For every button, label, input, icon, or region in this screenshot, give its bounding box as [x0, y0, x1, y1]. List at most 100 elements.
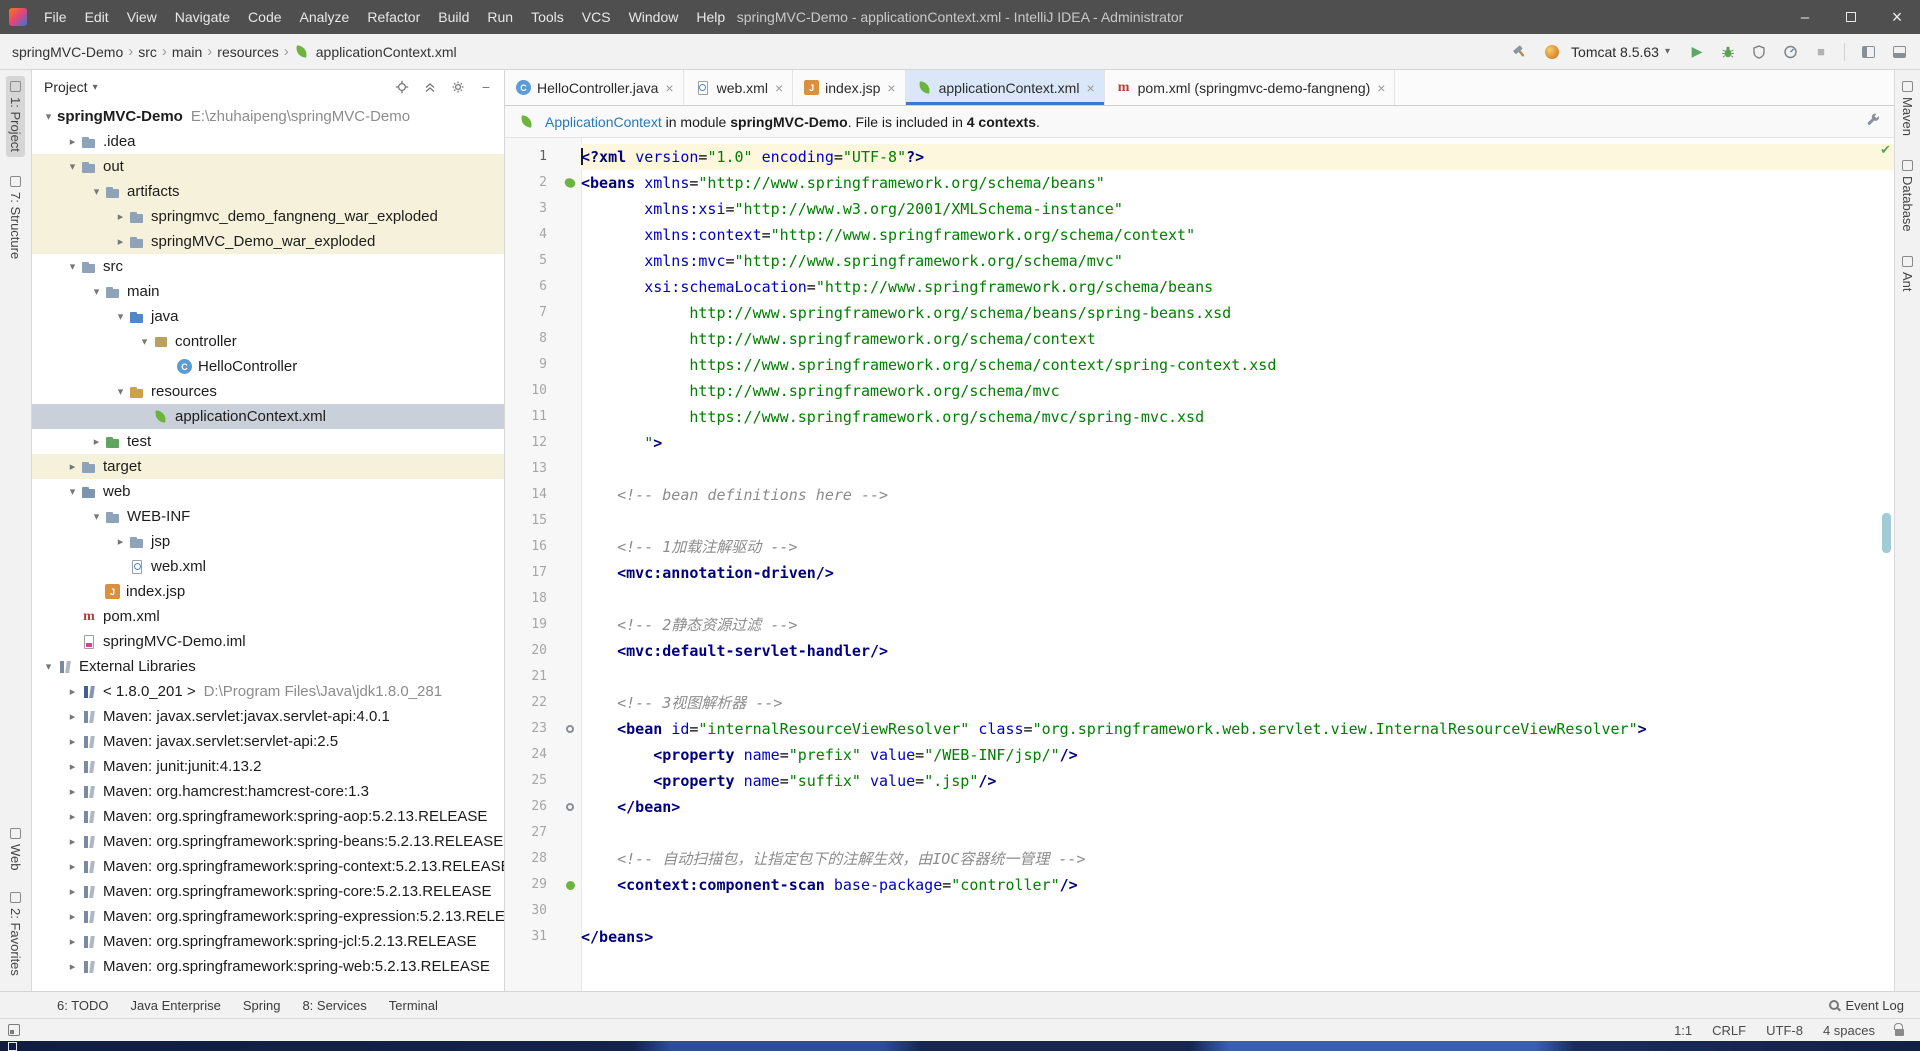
tab-pom-xml-springmvc-demo-fangneng[interactable]: mpom.xml (springmvc-demo-fangneng)× [1105, 70, 1396, 105]
code-line[interactable]: 8 http://www.springframework.org/schema/… [505, 326, 1894, 352]
tree-row-web-xml[interactable]: web.xml [32, 554, 504, 579]
line-number[interactable]: 1 [505, 144, 559, 170]
menu-run[interactable]: Run [478, 0, 522, 34]
chevron-right-icon[interactable]: ▸ [64, 885, 81, 898]
tool-window-button-web[interactable]: Web [6, 823, 25, 876]
code-line[interactable]: 25 <property name="suffix" value=".jsp"/… [505, 768, 1894, 794]
close-icon[interactable]: × [1377, 81, 1385, 95]
line-number[interactable]: 31 [505, 924, 559, 950]
code-line[interactable]: 6 xsi:schemaLocation="http://www.springf… [505, 274, 1894, 300]
code-line[interactable]: 24 <property name="prefix" value="/WEB-I… [505, 742, 1894, 768]
chevron-down-icon[interactable]: ▾ [88, 285, 105, 298]
menu-vcs[interactable]: VCS [573, 0, 620, 34]
code-line[interactable]: 15 [505, 508, 1894, 534]
code-line[interactable]: 16 <!-- 1加载注解驱动 --> [505, 534, 1894, 560]
menu-build[interactable]: Build [429, 0, 478, 34]
status-line-separator[interactable]: CRLF [1712, 1023, 1746, 1038]
close-icon[interactable]: × [775, 81, 783, 95]
status-caret-position[interactable]: 1:1 [1674, 1023, 1692, 1038]
code-line[interactable]: 26 </bean> [505, 794, 1894, 820]
tree-row-idea[interactable]: ▸.idea [32, 129, 504, 154]
breadcrumb-item-main[interactable]: main [172, 44, 202, 60]
restore-layout-icon[interactable] [1888, 41, 1910, 63]
code-line[interactable]: 19 <!-- 2静态资源过滤 --> [505, 612, 1894, 638]
ring-gutter-icon[interactable] [566, 803, 574, 811]
tree-row-maven-org-springframework-spring-jcl-5-2-13-release[interactable]: ▸Maven: org.springframework:spring-jcl:5… [32, 929, 504, 954]
chevron-down-icon[interactable]: ▾ [64, 485, 81, 498]
build-hammer-icon[interactable] [1507, 41, 1529, 63]
chevron-down-icon[interactable]: ▾ [112, 310, 129, 323]
line-number[interactable]: 27 [505, 820, 559, 846]
tree-row-maven-org-hamcrest-hamcrest-core-1-3[interactable]: ▸Maven: org.hamcrest:hamcrest-core:1.3 [32, 779, 504, 804]
line-number[interactable]: 12 [505, 430, 559, 456]
chevron-right-icon[interactable]: ▸ [64, 935, 81, 948]
tree-row-maven-org-springframework-spring-aop-5-2-13-release[interactable]: ▸Maven: org.springframework:spring-aop:5… [32, 804, 504, 829]
chevron-right-icon[interactable]: ▸ [64, 710, 81, 723]
code-line[interactable]: 12 "> [505, 430, 1894, 456]
chevron-right-icon[interactable]: ▸ [64, 685, 81, 698]
collapse-all-icon[interactable] [422, 79, 438, 95]
tree-row-target[interactable]: ▸target [32, 454, 504, 479]
breadcrumb-item-resources[interactable]: resources [217, 44, 278, 60]
line-number[interactable]: 23 [505, 716, 559, 742]
tree-row-web[interactable]: ▾web [32, 479, 504, 504]
banner-link[interactable]: ApplicationContext [545, 114, 662, 130]
scan-gutter-icon[interactable] [566, 881, 575, 890]
minimize-button[interactable]: – [1782, 0, 1828, 34]
ring-gutter-icon[interactable] [566, 725, 574, 733]
chevron-right-icon[interactable]: ▸ [64, 760, 81, 773]
chevron-right-icon[interactable]: ▸ [112, 235, 129, 248]
close-icon[interactable]: × [665, 81, 673, 95]
code-line[interactable]: 3 xmlns:xsi="http://www.w3.org/2001/XMLS… [505, 196, 1894, 222]
locate-file-icon[interactable] [394, 79, 410, 95]
code-line[interactable]: 7 http://www.springframework.org/schema/… [505, 300, 1894, 326]
code-line[interactable]: 5 xmlns:mvc="http://www.springframework.… [505, 248, 1894, 274]
tree-row-maven-junit-junit-4-13-2[interactable]: ▸Maven: junit:junit:4.13.2 [32, 754, 504, 779]
chevron-down-icon[interactable]: ▾ [64, 260, 81, 273]
bottom-bar-spring[interactable]: Spring [232, 998, 292, 1013]
tree-row-maven-org-springframework-spring-core-5-2-13-release[interactable]: ▸Maven: org.springframework:spring-core:… [32, 879, 504, 904]
chevron-right-icon[interactable]: ▸ [88, 435, 105, 448]
stop-button[interactable]: ■ [1810, 41, 1832, 63]
chevron-down-icon[interactable]: ▾ [88, 510, 105, 523]
breadcrumb-item-src[interactable]: src [138, 44, 157, 60]
line-number[interactable]: 21 [505, 664, 559, 690]
run-button[interactable]: ▶ [1686, 41, 1708, 63]
breadcrumb-item-springmvc-demo[interactable]: springMVC-Demo [12, 44, 123, 60]
tab-web-xml[interactable]: web.xml× [684, 70, 794, 105]
line-number[interactable]: 28 [505, 846, 559, 872]
code-line[interactable]: 9 https://www.springframework.org/schema… [505, 352, 1894, 378]
code-line[interactable]: 13 [505, 456, 1894, 482]
line-number[interactable]: 25 [505, 768, 559, 794]
menu-help[interactable]: Help [687, 0, 734, 34]
chevron-right-icon[interactable]: ▸ [64, 735, 81, 748]
chevron-right-icon[interactable]: ▸ [64, 135, 81, 148]
tool-window-switcher-icon[interactable] [8, 1024, 20, 1036]
debug-button[interactable] [1717, 41, 1739, 63]
tree-row-src[interactable]: ▾src [32, 254, 504, 279]
settings-gear-icon[interactable] [450, 79, 466, 95]
code-line[interactable]: 2<beans xmlns="http://www.springframewor… [505, 170, 1894, 196]
line-number[interactable]: 3 [505, 196, 559, 222]
line-number[interactable]: 15 [505, 508, 559, 534]
coverage-button[interactable] [1748, 41, 1770, 63]
line-number[interactable]: 2 [505, 170, 559, 196]
chevron-right-icon[interactable]: ▸ [64, 910, 81, 923]
code-line[interactable]: 22 <!-- 3视图解析器 --> [505, 690, 1894, 716]
chevron-down-icon[interactable]: ▾ [88, 185, 105, 198]
chevron-right-icon[interactable]: ▸ [112, 535, 129, 548]
menu-file[interactable]: File [35, 0, 76, 34]
tool-window-button-1-project[interactable]: 1: Project [6, 76, 25, 157]
code-line[interactable]: 4 xmlns:context="http://www.springframew… [505, 222, 1894, 248]
tool-windows-layout-icon[interactable] [1857, 41, 1879, 63]
tool-window-button-database[interactable]: Database [1898, 155, 1917, 237]
chevron-right-icon[interactable]: ▸ [64, 835, 81, 848]
line-number[interactable]: 16 [505, 534, 559, 560]
profiler-button[interactable] [1779, 41, 1801, 63]
line-number[interactable]: 20 [505, 638, 559, 664]
line-number[interactable]: 26 [505, 794, 559, 820]
close-icon[interactable]: × [1086, 81, 1094, 95]
tree-row-index-jsp[interactable]: Jindex.jsp [32, 579, 504, 604]
tree-row-hellocontroller[interactable]: CHelloController [32, 354, 504, 379]
tree-row-maven-org-springframework-spring-expression-5-2-13-release[interactable]: ▸Maven: org.springframework:spring-expre… [32, 904, 504, 929]
